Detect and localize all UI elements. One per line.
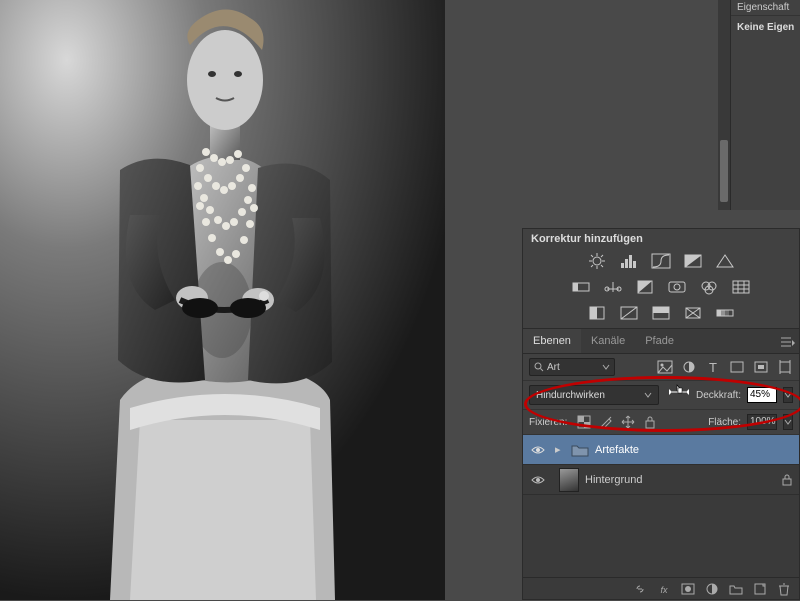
- filter-type-icon[interactable]: T: [705, 360, 721, 374]
- new-group-icon[interactable]: [729, 582, 743, 596]
- fill-flyout[interactable]: [783, 414, 793, 430]
- svg-text:fx: fx: [660, 585, 668, 595]
- visibility-toggle[interactable]: [523, 445, 553, 455]
- lock-indicator-icon: [775, 474, 799, 486]
- disclosure-triangle[interactable]: ▸: [555, 443, 565, 456]
- layer-filter-kind[interactable]: Art: [529, 358, 615, 376]
- tab-layers[interactable]: Ebenen: [523, 329, 581, 353]
- adjustments-title: Korrektur hinzufügen: [523, 229, 799, 251]
- fx-icon[interactable]: fx: [657, 582, 671, 596]
- link-layers-icon[interactable]: [633, 582, 647, 596]
- properties-scrollbar[interactable]: [718, 0, 730, 210]
- folder-icon: [571, 443, 589, 457]
- filter-kind-label: Art: [547, 362, 560, 373]
- lock-position-icon[interactable]: [621, 415, 635, 429]
- opacity-label: Deckkraft:: [696, 390, 741, 401]
- chevron-down-icon: [602, 363, 610, 371]
- document-canvas[interactable]: [0, 0, 445, 600]
- curves-icon[interactable]: [651, 253, 671, 269]
- delete-layer-icon[interactable]: [777, 582, 791, 596]
- blend-opacity-row: Hindurchwirken Deckkraft: 45%: [523, 381, 799, 410]
- mask-icon[interactable]: [681, 582, 695, 596]
- scrollbar-thumb[interactable]: [720, 140, 728, 202]
- lock-all-icon[interactable]: [643, 415, 657, 429]
- photo-filter-icon[interactable]: [667, 279, 687, 295]
- fill-label: Fläche:: [708, 417, 741, 428]
- color-lookup-icon[interactable]: [731, 279, 751, 295]
- layer-row-background[interactable]: Hintergrund: [523, 465, 799, 495]
- layer-name: Hintergrund: [585, 474, 775, 486]
- opacity-flyout[interactable]: [783, 387, 793, 403]
- fill-input[interactable]: 100%: [747, 414, 777, 430]
- lock-pixels-icon[interactable]: [599, 415, 613, 429]
- blend-mode-select[interactable]: Hindurchwirken: [529, 385, 659, 405]
- invert-icon[interactable]: [587, 305, 607, 321]
- levels-icon[interactable]: [619, 253, 639, 269]
- layer-filter-row: Art T: [523, 354, 799, 381]
- new-adjustment-icon[interactable]: [705, 582, 719, 596]
- hue-sat-icon[interactable]: [571, 279, 591, 295]
- panel-menu-icon[interactable]: [781, 335, 795, 347]
- properties-panel: Eigenschaft Keine Eigen: [730, 0, 800, 210]
- layers-panel: Ebenen Kanäle Pfade Art T Hindurchwirken: [522, 328, 800, 600]
- properties-panel-subtitle: Keine Eigen: [731, 16, 800, 39]
- svg-text:T: T: [709, 360, 717, 374]
- posterize-icon[interactable]: [619, 305, 639, 321]
- layer-row-group[interactable]: ▸ Artefakte: [523, 435, 799, 465]
- filter-pixel-icon[interactable]: [657, 360, 673, 374]
- tab-paths[interactable]: Pfade: [635, 329, 684, 353]
- visibility-toggle[interactable]: [523, 475, 553, 485]
- selective-color-icon[interactable]: [683, 305, 703, 321]
- exposure-icon[interactable]: [683, 253, 703, 269]
- blend-mode-value: Hindurchwirken: [536, 390, 605, 401]
- chevron-down-icon: [644, 391, 652, 399]
- layer-name: Artefakte: [595, 444, 799, 456]
- tab-channels[interactable]: Kanäle: [581, 329, 635, 353]
- adjustments-row-2: [523, 277, 799, 303]
- properties-panel-title: Eigenschaft: [731, 0, 800, 16]
- lock-transparency-icon[interactable]: [577, 415, 591, 429]
- filter-artboard-icon[interactable]: [777, 360, 793, 374]
- opacity-input[interactable]: 45%: [747, 387, 777, 403]
- adjustments-row-3: [523, 303, 799, 329]
- search-icon: [534, 362, 544, 372]
- layer-list: ▸ Artefakte Hintergrund: [523, 435, 799, 577]
- color-balance-icon[interactable]: [603, 279, 623, 295]
- filter-smart-icon[interactable]: [753, 360, 769, 374]
- panel-tabs: Ebenen Kanäle Pfade: [523, 329, 799, 354]
- layer-thumbnail: [559, 468, 579, 492]
- channel-mixer-icon[interactable]: [699, 279, 719, 295]
- gradient-map-icon[interactable]: [715, 305, 735, 321]
- new-layer-icon[interactable]: [753, 582, 767, 596]
- brightness-contrast-icon[interactable]: [587, 253, 607, 269]
- black-white-icon[interactable]: [635, 279, 655, 295]
- scrub-cursor-icon: [669, 383, 689, 401]
- adjustments-panel: Korrektur hinzufügen: [522, 228, 800, 330]
- lock-label: Fixieren:: [529, 417, 567, 428]
- threshold-icon[interactable]: [651, 305, 671, 321]
- vibrance-icon[interactable]: [715, 253, 735, 269]
- layers-bottom-toolbar: fx: [523, 577, 799, 599]
- adjustments-row-1: [523, 251, 799, 277]
- lock-fill-row: Fixieren: Fläche: 100%: [523, 410, 799, 435]
- filter-adjustment-icon[interactable]: [681, 360, 697, 374]
- photo-artwork: [0, 0, 445, 600]
- filter-shape-icon[interactable]: [729, 360, 745, 374]
